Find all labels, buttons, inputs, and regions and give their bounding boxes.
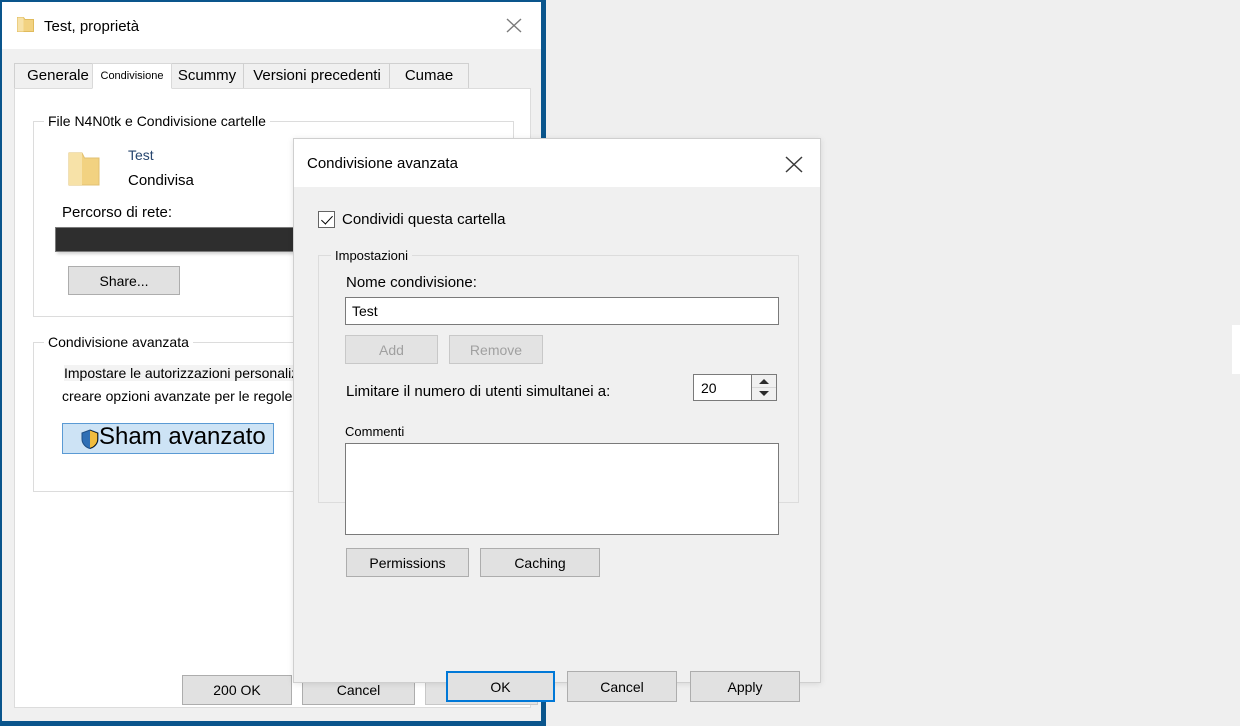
tab-cumae[interactable]: Cumae [389,63,469,89]
tab-generale[interactable]: Generale [14,63,102,89]
share-name-input[interactable] [345,297,779,325]
cancel-button[interactable]: Cancel [567,671,677,702]
tab-label: Generale [27,67,89,84]
folder-icon [66,150,102,188]
cancel-button-label: Cancel [600,680,644,694]
share-folder-name: Test [128,147,154,163]
tabstrip: Generale Condivisione Scummy Versioni pr… [14,63,469,89]
close-icon[interactable] [779,151,809,177]
advanced-sharing-footer: OK Cancel Apply [294,671,820,702]
comments-textarea[interactable] [345,443,779,535]
properties-titlebar: Test, proprietà [2,2,541,49]
tab-label: Cumae [405,67,453,84]
tab-label: Condivisione [101,70,164,82]
properties-ok-label: 200 OK [213,683,260,697]
remove-button: Remove [449,335,543,364]
advanced-sharing-group-legend: Condivisione avanzata [44,334,193,350]
share-folder-checkbox[interactable] [318,211,335,228]
user-limit-stepper[interactable]: 20 [693,374,777,401]
user-limit-stepper-buttons [751,375,776,400]
tab-label: Versioni precedenti [253,67,381,84]
caching-button-label: Caching [514,556,565,570]
network-path-label: Percorso di rete: [62,204,172,221]
tab-scummy[interactable]: Scummy [168,63,246,89]
advanced-sharing-dialog: Condivisione avanzata Condividi questa c… [293,138,821,683]
tab-label: Scummy [178,67,236,84]
add-button-label: Add [379,343,404,357]
share-folder-checkbox-label: Condividi questa cartella [342,211,505,228]
user-limit-value: 20 [701,380,717,396]
tab-condivisione[interactable]: Condivisione [92,63,172,89]
user-limit-label: Limitare il numero di utenti simultanei … [346,383,610,400]
advanced-sharing-body: Condividi questa cartella Impostazioni N… [294,187,820,682]
tab-versioni-precedenti[interactable]: Versioni precedenti [243,63,391,89]
apply-button-label: Apply [727,680,762,694]
advanced-sharing-title: Condivisione avanzata [307,155,458,172]
settings-group: Impostazioni Nome condivisione: Add Remo… [318,255,799,503]
apply-button[interactable]: Apply [690,671,800,702]
ok-button[interactable]: OK [446,671,555,702]
share-button-label: Share... [99,274,148,288]
caching-button[interactable]: Caching [480,548,600,577]
advanced-sharing-titlebar: Condivisione avanzata [294,139,820,187]
page-title: Test, proprietà [44,18,139,35]
share-button[interactable]: Share... [68,266,180,295]
advanced-sharing-button-label: Sham avanzato [99,423,266,451]
remove-button-label: Remove [470,343,522,357]
ok-button-label: OK [490,680,510,694]
permissions-button[interactable]: Permissions [346,548,469,577]
shield-icon [81,429,99,449]
network-path-value [55,227,304,252]
share-name-label: Nome condivisione: [346,274,477,291]
share-folder-state: Condivisa [128,172,194,189]
close-icon[interactable] [499,12,529,38]
advanced-sharing-button[interactable]: Sham avanzato [62,423,274,454]
properties-ok-button[interactable]: 200 OK [182,675,292,705]
permissions-button-label: Permissions [369,556,445,570]
folder-icon [16,15,35,34]
comments-label: Commenti [345,424,404,439]
advanced-description-line2: creare opzioni avanzate per le regole. [62,388,296,404]
edge-panel [1232,325,1240,374]
add-button: Add [345,335,438,364]
file-share-group-legend: File N4N0tk e Condivisione cartelle [44,113,270,129]
settings-group-legend: Impostazioni [331,248,412,263]
chevron-down-icon[interactable] [752,387,776,401]
share-folder-checkbox-row[interactable]: Condividi questa cartella [318,209,505,229]
